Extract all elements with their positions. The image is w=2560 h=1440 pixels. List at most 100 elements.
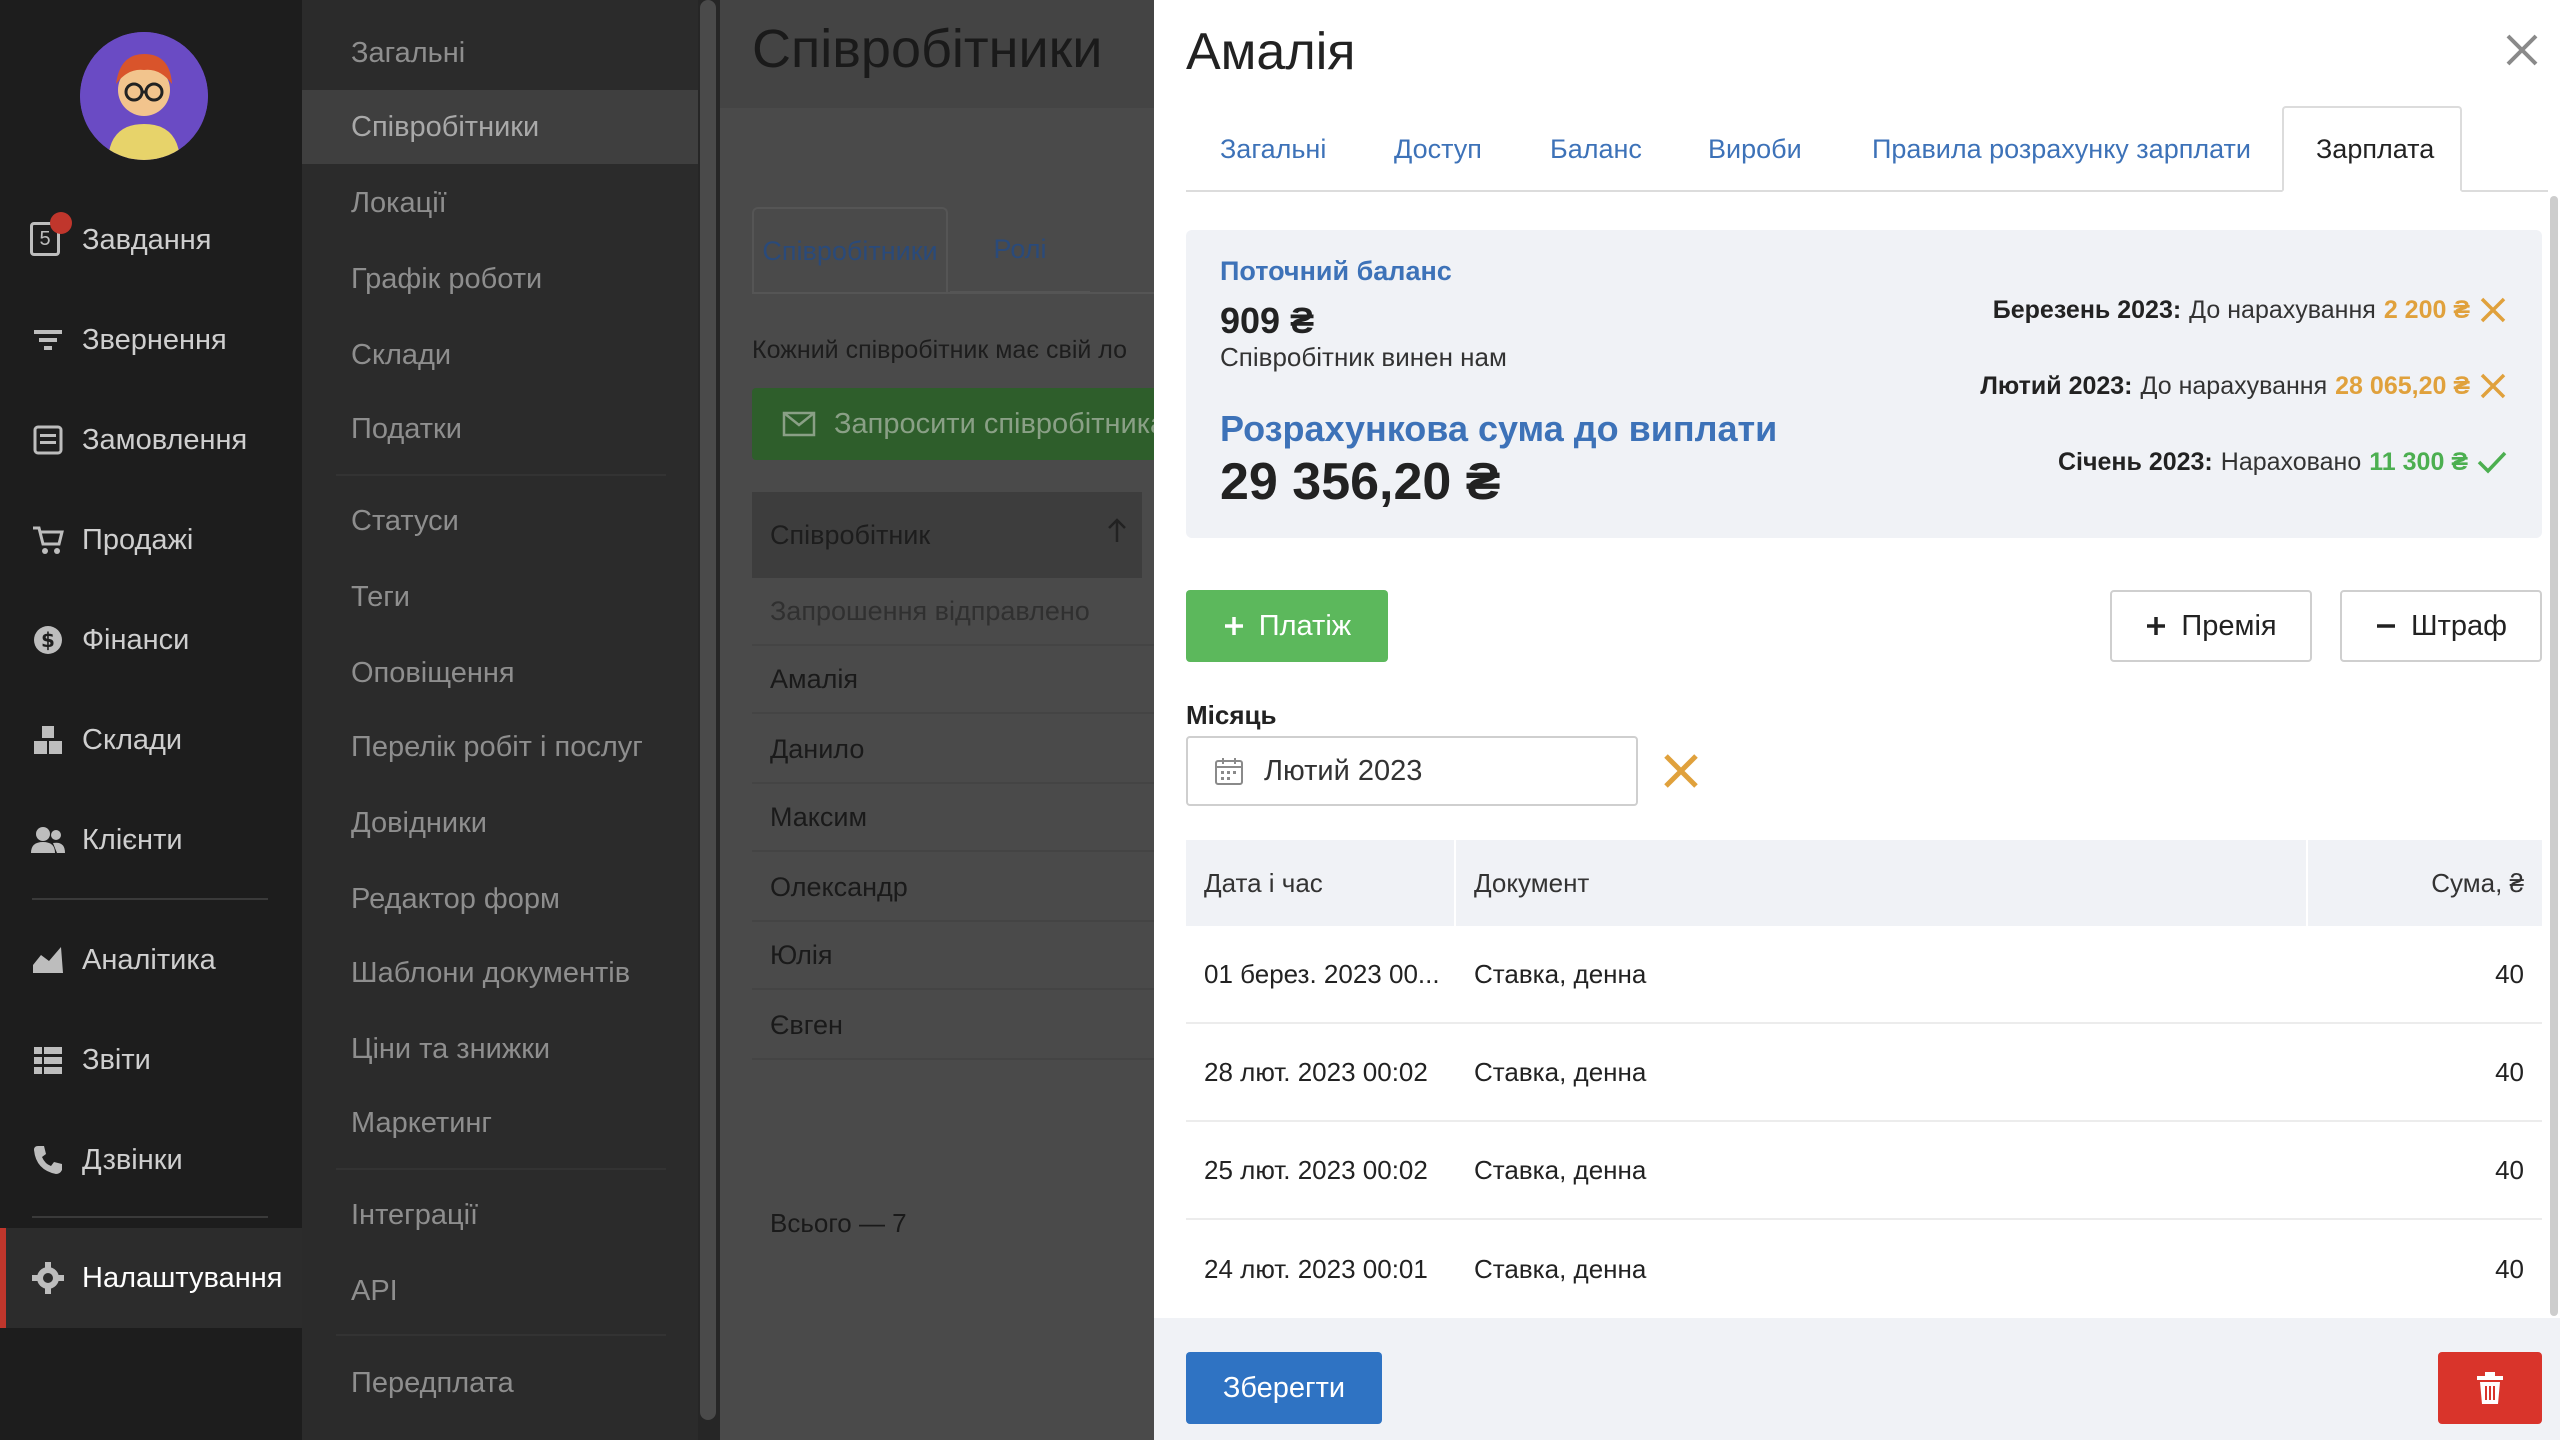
- tab-salary-rules[interactable]: Правила розрахунку зарплати: [1872, 106, 2251, 192]
- cell-date: 24 лют. 2023 00:01: [1204, 1253, 1428, 1284]
- calculated-amount-value: 29 356,20 ₴: [1220, 453, 1501, 511]
- sort-arrow-icon: [1106, 516, 1128, 551]
- envelope-icon: [782, 411, 816, 437]
- table-row[interactable]: 24 лют. 2023 00:01 Ставка, денна 40: [1186, 1220, 2542, 1318]
- submenu-item-warehouses[interactable]: Склади: [302, 318, 698, 392]
- column-header-document[interactable]: Документ: [1456, 840, 2308, 926]
- month-status: До нарахування: [2140, 371, 2328, 400]
- sidebar-item-tasks[interactable]: Завдання: [0, 190, 302, 290]
- sidebar-item-calls[interactable]: Дзвінки: [0, 1110, 302, 1210]
- submenu-item-marketing[interactable]: Маркетинг: [302, 1086, 698, 1160]
- save-button[interactable]: Зберегти: [1186, 1352, 1382, 1424]
- table-header[interactable]: Співробітник: [752, 492, 1142, 578]
- phone-icon: [28, 1140, 68, 1180]
- close-button[interactable]: [2500, 28, 2544, 72]
- scrollbar-thumb[interactable]: [700, 0, 716, 1420]
- balance-card: Поточний баланс 909 ₴ Співробітник винен…: [1186, 230, 2542, 538]
- scrollbar-thumb[interactable]: [2550, 196, 2558, 1316]
- table-row[interactable]: 28 лют. 2023 00:02 Ставка, денна 40: [1186, 1024, 2542, 1122]
- cell-document: Ставка, денна: [1474, 1253, 1647, 1284]
- employees-page: Співробітники Співробітники Ролі Кожний …: [720, 0, 1154, 1440]
- tabs-underline: [752, 292, 1154, 294]
- sidebar-divider: [32, 898, 268, 900]
- sidebar-item-orders[interactable]: Замовлення: [0, 390, 302, 490]
- column-header-date[interactable]: Дата і час: [1186, 840, 1456, 926]
- add-bonus-button[interactable]: Премія: [2110, 590, 2312, 662]
- balance-note: Співробітник винен нам: [1220, 342, 1507, 372]
- add-payment-button[interactable]: Платіж: [1186, 590, 1388, 662]
- fine-button-label: Штраф: [2411, 609, 2507, 642]
- sidebar-item-reports[interactable]: Звіти: [0, 1010, 302, 1110]
- tab-salary[interactable]: Зарплата: [2282, 106, 2462, 192]
- cancel-x-icon[interactable]: [2478, 295, 2508, 325]
- orders-icon: [28, 420, 68, 460]
- submenu-item-locations[interactable]: Локації: [302, 166, 698, 240]
- add-fine-button[interactable]: Штраф: [2340, 590, 2542, 662]
- submenu-item-subscription[interactable]: Передплата: [302, 1346, 698, 1420]
- submenu-item-statuses[interactable]: Статуси: [302, 484, 698, 558]
- table-row[interactable]: 25 лют. 2023 00:02 Ставка, денна 40: [1186, 1122, 2542, 1220]
- month-filter-label: Місяць: [1186, 700, 1277, 730]
- sidebar-item-label: Звернення: [82, 323, 227, 356]
- close-icon: [2506, 34, 2538, 66]
- sidebar-item-label: Аналітика: [82, 943, 216, 976]
- submenu-item-tags[interactable]: Теги: [302, 560, 698, 634]
- table-row[interactable]: Олександр: [752, 854, 1154, 922]
- submenu-item-integrations[interactable]: Інтеграції: [302, 1178, 698, 1252]
- table-row[interactable]: Євген: [752, 992, 1154, 1060]
- submenu-item-prices[interactable]: Ціни та знижки: [302, 1012, 698, 1086]
- tab-balance[interactable]: Баланс: [1550, 106, 1642, 192]
- table-row[interactable]: Данило: [752, 716, 1154, 784]
- panel-scrollbar[interactable]: [2548, 196, 2560, 1316]
- table-row[interactable]: Амалія: [752, 646, 1154, 714]
- submenu-item-services[interactable]: Перелік робіт і послуг: [302, 710, 698, 784]
- sidebar-item-requests[interactable]: Звернення: [0, 290, 302, 390]
- month-status-january: Січень 2023: Нараховано 11 300 ₴: [2058, 442, 2508, 482]
- table-row[interactable]: Максим: [752, 784, 1154, 852]
- month-picker-value: Лютий 2023: [1264, 754, 1423, 787]
- sidebar-item-sales[interactable]: Продажі: [0, 490, 302, 590]
- column-header-sum[interactable]: Сума, ₴: [2308, 840, 2542, 926]
- cell-sum: 40: [2495, 1253, 2524, 1284]
- cell-sum: 40: [2495, 1056, 2524, 1087]
- main-sidebar: 5 Завдання Звернення Замовлення Продажі …: [0, 0, 302, 1440]
- submenu-divider: [336, 1168, 666, 1170]
- payment-button-label: Платіж: [1258, 609, 1352, 642]
- submenu-item-doc-templates[interactable]: Шаблони документів: [302, 936, 698, 1010]
- submenu-item-directories[interactable]: Довідники: [302, 786, 698, 860]
- sidebar-item-warehouses[interactable]: Склади: [0, 690, 302, 790]
- tab-roles[interactable]: Ролі: [950, 207, 1090, 293]
- table-row[interactable]: Запрошення відправлено: [752, 578, 1154, 646]
- submenu-item-schedule[interactable]: Графік роботи: [302, 242, 698, 316]
- submenu-item-notifications[interactable]: Оповіщення: [302, 636, 698, 710]
- cart-icon: [28, 520, 68, 560]
- table-row[interactable]: Юлія: [752, 922, 1154, 990]
- clear-month-button[interactable]: [1660, 750, 1702, 792]
- checkmark-icon: [2476, 448, 2508, 476]
- cell-sum: 40: [2495, 1154, 2524, 1185]
- calendar-icon: [1214, 756, 1244, 786]
- cancel-x-icon[interactable]: [2478, 371, 2508, 401]
- invite-employee-button[interactable]: Запросити співробітника: [752, 388, 1154, 460]
- month-status: Нараховано: [2220, 447, 2362, 476]
- submenu-item-employees[interactable]: Співробітники: [302, 90, 698, 164]
- tab-employees[interactable]: Співробітники: [752, 207, 948, 293]
- sidebar-item-label: Склади: [82, 723, 183, 756]
- sidebar-item-clients[interactable]: Клієнти: [0, 790, 302, 890]
- tab-general[interactable]: Загальні: [1220, 106, 1326, 192]
- submenu-scrollbar[interactable]: [698, 0, 720, 1440]
- month-picker-input[interactable]: Лютий 2023: [1186, 736, 1638, 806]
- submenu-item-form-editor[interactable]: Редактор форм: [302, 862, 698, 936]
- sidebar-item-settings[interactable]: Налаштування: [0, 1228, 302, 1328]
- table-row[interactable]: 01 берез. 2023 00... Ставка, денна 40: [1186, 926, 2542, 1024]
- avatar[interactable]: [80, 32, 208, 160]
- submenu-item-api[interactable]: API: [302, 1254, 698, 1328]
- submenu-item-general[interactable]: Загальні: [302, 16, 698, 90]
- invite-button-label: Запросити співробітника: [834, 407, 1154, 440]
- tab-products[interactable]: Вироби: [1708, 106, 1802, 192]
- sidebar-item-analytics[interactable]: Аналітика: [0, 910, 302, 1010]
- delete-button[interactable]: [2438, 1352, 2542, 1424]
- tab-access[interactable]: Доступ: [1394, 106, 1482, 192]
- submenu-item-taxes[interactable]: Податки: [302, 392, 698, 466]
- sidebar-item-finance[interactable]: $ Фінанси: [0, 590, 302, 690]
